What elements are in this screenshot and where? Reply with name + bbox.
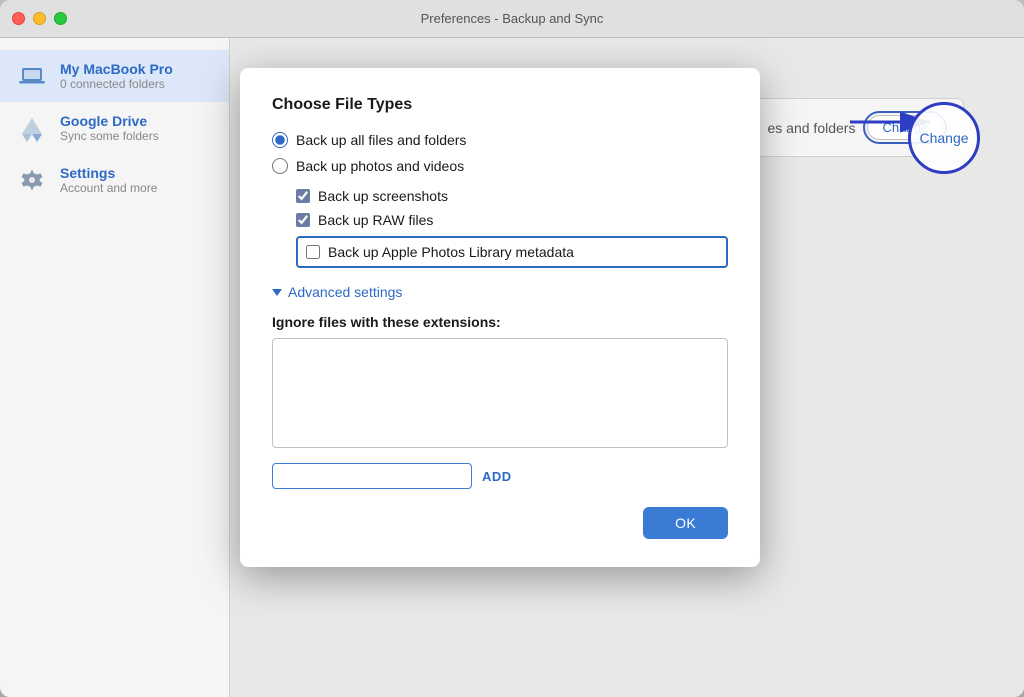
extensions-textarea[interactable] [272,338,728,448]
drive-icon [16,112,48,144]
sidebar-settings-text: Settings Account and more [60,165,157,195]
advanced-settings-label: Advanced settings [288,284,402,300]
maximize-button[interactable] [54,12,67,25]
radio-option-photos-videos[interactable]: Back up photos and videos [272,158,728,174]
radio-group-file-types: Back up all files and folders Back up ph… [272,132,728,174]
checkbox-apple-photos[interactable] [306,245,320,259]
checkbox-group-sub-options: Back up screenshots Back up RAW files Ba… [296,188,728,268]
checkbox-option-apple-photos[interactable]: Back up Apple Photos Library metadata [296,236,728,268]
checkbox-raw-files-label: Back up RAW files [318,212,433,228]
checkbox-screenshots[interactable] [296,189,310,203]
laptop-icon [16,60,48,92]
ok-row: OK [272,507,728,539]
checkbox-raw-files[interactable] [296,213,310,227]
window-title: Preferences - Backup and Sync [421,11,604,26]
sidebar-gdrive-sublabel: Sync some folders [60,129,159,143]
extensions-label: Ignore files with these extensions: [272,314,728,330]
advanced-settings-section: Advanced settings Ignore files with thes… [272,284,728,489]
sidebar: My MacBook Pro 0 connected folders Googl… [0,38,230,697]
sidebar-macbook-sublabel: 0 connected folders [60,77,173,91]
modal-title: Choose File Types [272,96,728,114]
radio-photos-videos-label: Back up photos and videos [296,158,464,174]
add-extension-input[interactable] [272,463,472,489]
modal-dialog: Choose File Types Back up all files and … [240,68,760,567]
app-window: Preferences - Backup and Sync My MacBook… [0,0,1024,697]
minimize-button[interactable] [33,12,46,25]
checkbox-option-screenshots[interactable]: Back up screenshots [296,188,728,204]
sidebar-macbook-label: My MacBook Pro [60,61,173,77]
sidebar-item-macbook[interactable]: My MacBook Pro 0 connected folders [0,50,229,102]
add-row: ADD [272,463,728,489]
bg-panel-text: es and folders [768,120,856,136]
triangle-down-icon [272,289,282,296]
traffic-lights [12,12,67,25]
sidebar-gdrive-label: Google Drive [60,113,159,129]
sidebar-settings-sublabel: Account and more [60,181,157,195]
gear-icon [16,164,48,196]
add-extension-button[interactable]: ADD [482,469,512,484]
advanced-settings-toggle[interactable]: Advanced settings [272,284,728,300]
sidebar-macbook-text: My MacBook Pro 0 connected folders [60,61,173,91]
checkbox-apple-photos-label: Back up Apple Photos Library metadata [328,244,574,260]
ok-button[interactable]: OK [643,507,728,539]
checkbox-screenshots-label: Back up screenshots [318,188,448,204]
radio-option-all-files[interactable]: Back up all files and folders [272,132,728,148]
radio-photos-videos[interactable] [272,158,288,174]
titlebar: Preferences - Backup and Sync [0,0,1024,38]
close-button[interactable] [12,12,25,25]
change-button[interactable]: Change [867,115,943,140]
bg-panel-content: es and folders Change [747,98,965,157]
radio-all-files[interactable] [272,132,288,148]
sidebar-gdrive-text: Google Drive Sync some folders [60,113,159,143]
checkbox-option-raw-files[interactable]: Back up RAW files [296,212,728,228]
radio-all-files-label: Back up all files and folders [296,132,466,148]
sidebar-item-gdrive[interactable]: Google Drive Sync some folders [0,102,229,154]
sidebar-settings-label: Settings [60,165,157,181]
sidebar-item-settings[interactable]: Settings Account and more [0,154,229,206]
